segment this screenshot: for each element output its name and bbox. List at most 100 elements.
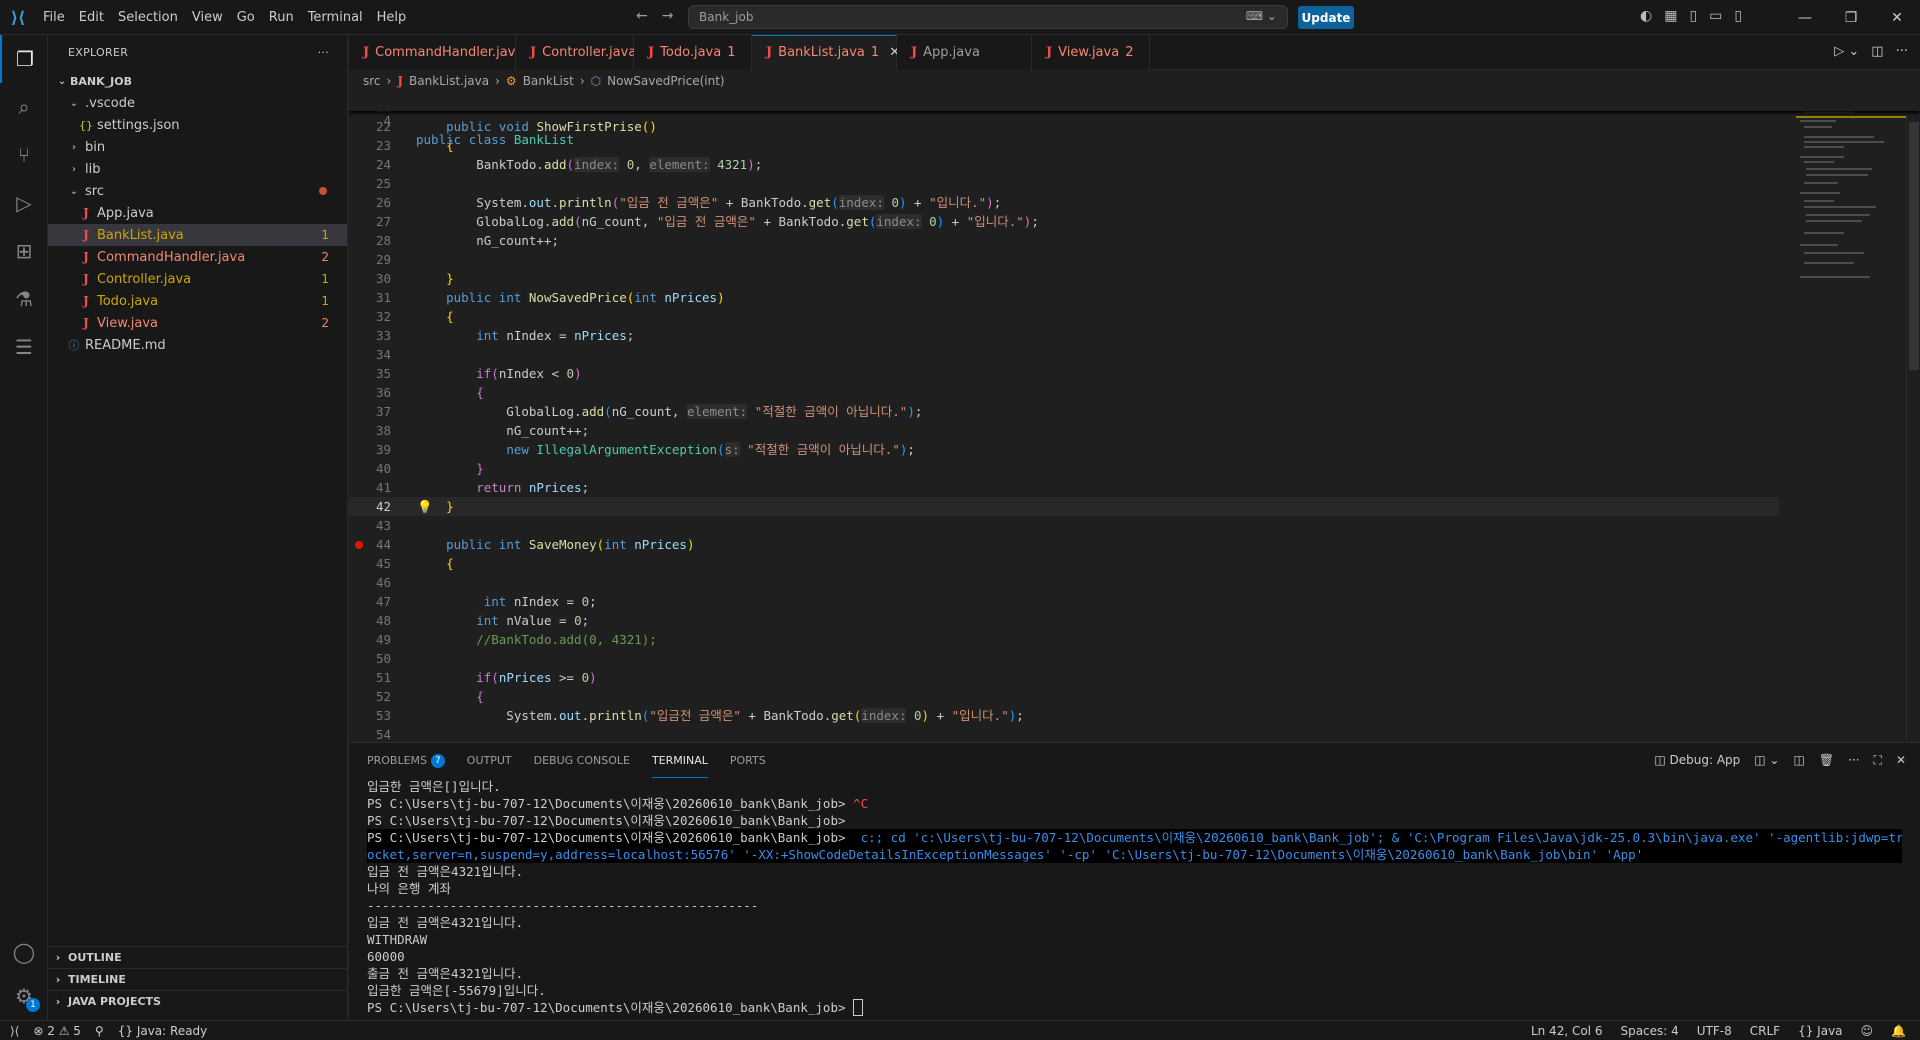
menu-view[interactable]: View [185, 10, 230, 25]
tree-item[interactable]: J CommandHandler.java 2 [48, 246, 347, 268]
back-arrow-icon[interactable]: ← [636, 8, 648, 24]
outline-section[interactable]: › OUTLINE [48, 946, 348, 968]
forward-arrow-icon[interactable]: → [662, 8, 674, 24]
tree-item[interactable]: › bin [48, 136, 347, 158]
code-line[interactable]: 28 nG_count++; [349, 231, 1779, 250]
restore-icon[interactable]: ❐ [1828, 0, 1874, 35]
indentation[interactable]: Spaces: 4 [1620, 1024, 1678, 1038]
workspace-root[interactable]: ⌄ BANK_JOB [48, 70, 347, 92]
code-line[interactable]: 39 new IllegalArgumentException(s: "적절한 … [349, 440, 1779, 459]
cursor-position[interactable]: Ln 42, Col 6 [1531, 1024, 1603, 1038]
terminal[interactable]: 입금한 금액은[]입니다. PS C:\Users\tj-bu-707-12\Do… [349, 778, 1920, 1016]
split-terminal-icon[interactable]: ◫ [1794, 753, 1805, 768]
account-icon[interactable]: ◯ [0, 928, 48, 976]
toggle-secondary-sidebar-icon[interactable]: ▯ [1734, 8, 1742, 24]
tab-commandhandler[interactable]: JCommandHandler.java2 [349, 35, 538, 70]
panel-tab-problems[interactable]: PROBLEMS 7 [367, 743, 445, 778]
code-line[interactable]: 54 [349, 725, 1779, 742]
code-line[interactable]: 48 int nValue = 0; [349, 611, 1779, 630]
tree-item[interactable]: {} settings.json [48, 114, 347, 136]
run-debug-icon[interactable]: ▷ [0, 179, 48, 227]
code-line[interactable]: 49 //BankTodo.add(0, 4321); [349, 630, 1779, 649]
tree-item[interactable]: J Todo.java 1 [48, 290, 347, 312]
close-panel-icon[interactable]: ✕ [1896, 753, 1906, 768]
extensions-icon[interactable]: ⊞ [0, 227, 48, 275]
update-button[interactable]: Update [1298, 6, 1354, 29]
manage-gear-icon[interactable]: ⚙ 1 [0, 972, 48, 1020]
search-icon[interactable]: ⌕ [0, 83, 48, 131]
code-editor[interactable]: 4 public class BankList 2122 public void… [349, 92, 1920, 742]
debug-status-icon[interactable]: ⚲ [95, 1024, 104, 1038]
tree-item[interactable]: J BankList.java 1 [48, 224, 347, 246]
code-line[interactable]: 40 } [349, 459, 1779, 478]
code-line[interactable]: 43 [349, 516, 1779, 535]
java-projects-section[interactable]: › JAVA PROJECTS [48, 990, 348, 1012]
tree-item[interactable]: ⌄ src [48, 180, 347, 202]
code-line[interactable]: 41 return nPrices; [349, 478, 1779, 497]
close-window-icon[interactable]: ✕ [1874, 0, 1920, 35]
testing-icon[interactable]: ⚗ [0, 275, 48, 323]
code-line[interactable]: 32 { [349, 307, 1779, 326]
chat-dropdown-icon[interactable]: ⌨ ⌄ [1246, 9, 1277, 23]
code-line[interactable]: 31 public int NowSavedPrice(int nPrices) [349, 288, 1779, 307]
tree-item[interactable]: J App.java [48, 202, 347, 224]
code-line[interactable]: 33 int nIndex = nPrices; [349, 326, 1779, 345]
more-actions-icon[interactable]: ··· [1848, 753, 1859, 768]
accounts-indicator-icon[interactable]: ◐ [1640, 8, 1652, 24]
menu-terminal[interactable]: Terminal [301, 10, 370, 25]
kill-terminal-icon[interactable]: 🗑 [1819, 753, 1834, 768]
breadcrumb-src[interactable]: src [363, 74, 381, 88]
tab-banklist[interactable]: J BankList.java 1 ✕ [752, 35, 900, 70]
encoding[interactable]: UTF-8 [1697, 1024, 1732, 1038]
code-line[interactable]: 37 GlobalLog.add(nG_count, element: "적절한… [349, 402, 1779, 421]
copilot-icon[interactable]: ☺ [1861, 1024, 1874, 1038]
breadcrumb-class[interactable]: BankList [523, 74, 574, 88]
code-line[interactable]: 26 System.out.println("입금 전 금액은" + BankT… [349, 193, 1779, 212]
breadcrumb-file[interactable]: BankList.java [409, 74, 489, 88]
menu-selection[interactable]: Selection [111, 10, 185, 25]
code-line[interactable]: 47 int nIndex = 0; [349, 592, 1779, 611]
language-mode[interactable]: {} Java [1798, 1024, 1842, 1038]
minimize-icon[interactable]: — [1782, 0, 1828, 35]
minimap[interactable] [1796, 92, 1906, 742]
panel-tab-output[interactable]: OUTPUT [467, 743, 512, 778]
code-line[interactable]: 34 [349, 345, 1779, 364]
remote-icon[interactable]: ⟩⟨ [10, 1024, 19, 1038]
code-line[interactable]: 45 { [349, 554, 1779, 573]
more-actions-icon[interactable]: ··· [318, 46, 329, 59]
code-line[interactable]: 29 [349, 250, 1779, 269]
tab-todo[interactable]: J Todo.java 1 [634, 35, 752, 70]
menu-help[interactable]: Help [370, 10, 414, 25]
code-line[interactable]: 44 public int SaveMoney(int nPrices) [349, 535, 1779, 554]
tree-item[interactable]: ⓘ README.md [48, 334, 347, 356]
code-line[interactable]: 30 } [349, 269, 1779, 288]
java-status[interactable]: {} Java: Ready [118, 1024, 208, 1038]
tree-item[interactable]: J View.java 2 [48, 312, 347, 334]
code-line[interactable]: 36 { [349, 383, 1779, 402]
tab-app[interactable]: J App.java [897, 35, 1032, 70]
more-actions-icon[interactable]: ··· [1896, 44, 1908, 59]
scrollbar-thumb[interactable] [1909, 122, 1919, 370]
timeline-section[interactable]: › TIMELINE [48, 968, 348, 990]
code-line[interactable]: 46 [349, 573, 1779, 592]
panel-tab-ports[interactable]: PORTS [730, 743, 766, 778]
java-projects-icon[interactable]: ☰ [0, 323, 48, 371]
code-line[interactable]: 35 if(nIndex < 0) [349, 364, 1779, 383]
code-line[interactable]: 24 BankTodo.add(index: 0, element: 4321)… [349, 155, 1779, 174]
editor-scrollbar[interactable] [1906, 92, 1920, 742]
menu-edit[interactable]: Edit [72, 10, 111, 25]
run-icon[interactable]: ▷ ⌄ [1834, 44, 1859, 59]
code-line[interactable]: 52 { [349, 687, 1779, 706]
end-of-line[interactable]: CRLF [1750, 1024, 1780, 1038]
notifications-icon[interactable]: 🔔 [1891, 1024, 1906, 1038]
menu-file[interactable]: File [36, 10, 72, 25]
tab-view[interactable]: J View.java 2 [1032, 35, 1150, 70]
code-line[interactable]: 53 System.out.println("입금전 금액은" + BankTo… [349, 706, 1779, 725]
tab-controller[interactable]: JController.java1 [516, 35, 651, 70]
tree-item[interactable]: › lib [48, 158, 347, 180]
code-line[interactable]: 50 [349, 649, 1779, 668]
code-line[interactable]: 51 if(nPrices >= 0) [349, 668, 1779, 687]
command-center-search[interactable]: Bank_job ⌨ ⌄ [688, 5, 1288, 29]
menu-run[interactable]: Run [262, 10, 301, 25]
explorer-icon[interactable]: ❐ [0, 35, 48, 83]
